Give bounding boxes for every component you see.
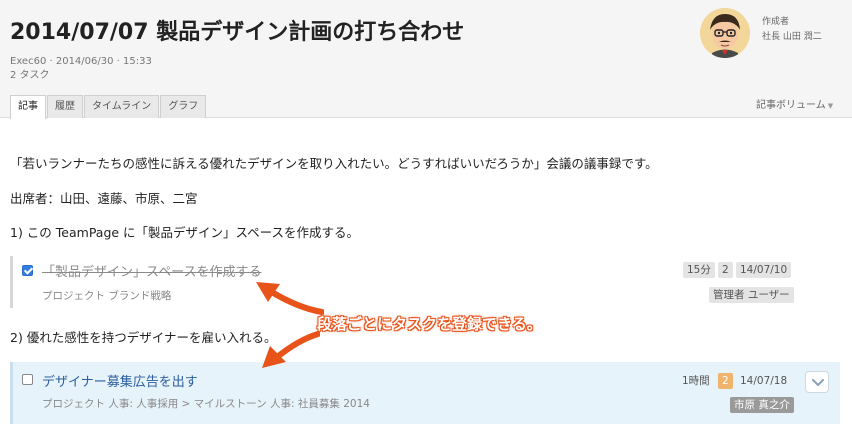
task-estimate: 15分	[683, 262, 715, 278]
tab-article[interactable]: 記事	[10, 95, 46, 119]
task-row: デザイナー募集広告を出す プロジェクト 人事: 人事採用 > マイルストーン 人…	[10, 362, 840, 424]
task-estimate: 1時間	[682, 375, 710, 387]
article-tabs: 記事 履歴 タイムライン グラフ	[10, 95, 207, 119]
caret-down-icon: ▼	[827, 102, 834, 110]
task-assignee[interactable]: 管理者 ユーザー	[709, 287, 794, 303]
task-due-date: 14/07/10	[736, 262, 792, 278]
author-label: 作成者	[762, 17, 790, 27]
task-menu-button[interactable]	[805, 371, 829, 393]
article-meta: Exec60 · 2014/06/30 · 15:33 2 タスク	[10, 55, 152, 83]
avatar-icon	[700, 8, 750, 58]
tab-graph[interactable]: グラフ	[160, 95, 207, 118]
attendees-paragraph: 出席者：山田、遠藤、市原、二宮	[10, 191, 198, 206]
task-assignee[interactable]: 市原 真之介	[730, 397, 794, 413]
tab-timeline[interactable]: タイムライン	[84, 95, 160, 118]
page-title: 2014/07/07 製品デザイン計画の打ち合わせ	[10, 20, 465, 45]
task-title[interactable]: デザイナー募集広告を出す	[42, 371, 198, 390]
task-checkbox-checked[interactable]	[22, 265, 33, 276]
task-due-date: 14/07/18	[740, 375, 788, 387]
author-avatar[interactable]	[700, 8, 750, 58]
item-2-paragraph: 2) 優れた感性を持つデザイナーを雇い入れる。	[10, 330, 277, 345]
task-count: 2	[718, 262, 733, 278]
annotation-callout: 段落ごとにタスクを登録できる。	[317, 315, 542, 333]
meta-task-count: 2 タスク	[10, 70, 50, 81]
task-count: 2	[718, 373, 733, 389]
item-1-paragraph: 1) この TeamPage に「製品デザイン」スペースを作成する。	[10, 225, 360, 240]
article-header: 2014/07/07 製品デザイン計画の打ち合わせ Exec60 · 2014/…	[0, 0, 852, 119]
author-name[interactable]: 社長 山田 潤二	[762, 29, 822, 42]
tab-history[interactable]: 履歴	[47, 95, 83, 118]
task-title[interactable]: 「製品デザイン」スペースを作成する	[42, 261, 261, 280]
chevron-down-icon	[812, 379, 824, 386]
arrow-down-left-icon	[262, 331, 320, 368]
arrow-up-left-icon	[256, 282, 324, 315]
article-volume-dropdown[interactable]: 記事ボリューム ▼	[756, 96, 833, 111]
meta-author-date: Exec60 · 2014/06/30 · 15:33	[10, 56, 152, 67]
article-volume-label: 記事ボリューム	[756, 100, 826, 111]
task-project[interactable]: プロジェクト ブランド戦略	[42, 288, 171, 303]
task-row: 「製品デザイン」スペースを作成する プロジェクト ブランド戦略 15分 2 14…	[10, 256, 840, 308]
intro-paragraph: 「若いランナーたちの感性に訴える優れたデザインを取り入れたい。どうすればいいだろ…	[10, 156, 658, 171]
task-checkbox[interactable]	[22, 374, 33, 385]
task-project[interactable]: プロジェクト 人事: 人事採用 > マイルストーン 人事: 社員募集 2014	[42, 396, 370, 411]
